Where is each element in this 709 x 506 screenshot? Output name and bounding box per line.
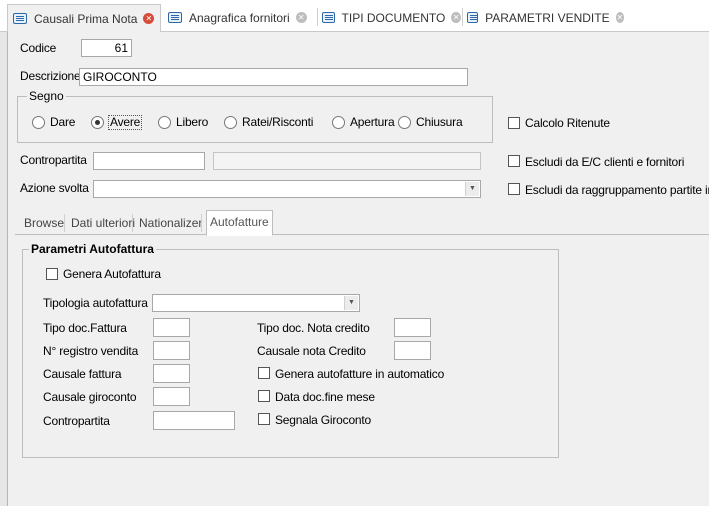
radio-libero[interactable]	[158, 116, 171, 129]
radio-apertura[interactable]	[332, 116, 345, 129]
subtab-divider	[132, 214, 133, 232]
registro-vendita-field[interactable]	[153, 341, 190, 360]
data-fine-mese-label: Data doc.fine mese	[275, 390, 375, 404]
codice-label: Codice	[20, 41, 57, 55]
radio-label: Ratei/Risconti	[242, 115, 314, 129]
form-icon	[467, 12, 479, 23]
radio-label: Apertura	[350, 115, 395, 129]
segnala-giroconto-label: Segnala Giroconto	[275, 413, 371, 427]
escludi-raggruppamento-checkbox[interactable]	[508, 183, 520, 195]
tab-anagrafica-fornitori[interactable]: Anagrafica fornitori ✕	[163, 4, 315, 31]
autofattura-contropartita-field[interactable]	[153, 411, 235, 430]
contropartita-description-field	[213, 152, 481, 170]
registro-vendita-label: N° registro vendita	[43, 344, 139, 358]
data-fine-mese-checkbox[interactable]	[258, 390, 270, 402]
tipo-doc-fattura-field[interactable]	[153, 318, 190, 337]
parametri-autofattura-title: Parametri Autofattura	[29, 242, 156, 256]
genera-auto-label: Genera autofatture in automatico	[275, 367, 445, 381]
autofattura-contropartita-label: Contropartita	[43, 414, 110, 428]
descrizione-label: Descrizione	[20, 69, 81, 83]
radio-label: Avere	[108, 115, 143, 130]
genera-auto-checkbox[interactable]	[258, 367, 270, 379]
escludi-ec-checkbox[interactable]	[508, 155, 520, 167]
segno-title: Segno	[27, 89, 66, 103]
contropartita-label: Contropartita	[20, 153, 87, 167]
tab-label: Anagrafica fornitori	[189, 10, 290, 25]
close-icon[interactable]: ✕	[295, 12, 307, 23]
escludi-raggruppamento-label: Escludi da raggruppamento partite in E/	[525, 183, 709, 197]
radio-chiusura[interactable]	[398, 116, 411, 129]
chevron-down-icon[interactable]: ▼	[465, 182, 479, 196]
subtab-divider	[64, 214, 65, 232]
radio-dare[interactable]	[32, 116, 45, 129]
chevron-down-icon[interactable]: ▼	[344, 296, 358, 310]
azione-svolta-label: Azione svolta	[20, 181, 89, 195]
tab-parametri-vendite[interactable]: PARAMETRI VENDITE ✕	[462, 4, 624, 31]
tab-autofatture[interactable]: Autofatture	[206, 210, 273, 236]
genera-autofattura-label: Genera Autofattura	[63, 267, 161, 281]
tipologia-autofattura-label: Tipologia autofattura	[43, 296, 148, 310]
causale-fattura-label: Causale fattura	[43, 367, 122, 381]
causale-giroconto-label: Causale giroconto	[43, 390, 137, 404]
causale-fattura-field[interactable]	[153, 364, 190, 383]
tab-label: Causali Prima Nota	[34, 11, 138, 26]
tab-dati-ulteriori[interactable]: Dati ulteriori	[71, 212, 135, 234]
radio-ratei-risconti[interactable]	[224, 116, 237, 129]
form-icon	[168, 12, 182, 23]
contropartita-code-field[interactable]	[93, 152, 205, 170]
causale-nota-label: Causale nota Credito	[257, 344, 366, 358]
close-icon[interactable]: ✕	[451, 12, 461, 23]
close-icon[interactable]: ✕	[615, 12, 624, 23]
tipo-doc-nota-field[interactable]	[394, 318, 431, 337]
subtab-divider	[201, 214, 202, 232]
descrizione-field[interactable]: GIROCONTO	[79, 68, 468, 86]
escludi-ec-label: Escludi da E/C clienti e fornitori	[525, 155, 685, 169]
tipo-doc-nota-label: Tipo doc. Nota credito	[257, 321, 370, 335]
tab-nationalizer[interactable]: Nationalizer	[139, 212, 202, 234]
radio-label: Chiusura	[416, 115, 463, 129]
calcolo-ritenute-label: Calcolo Ritenute	[525, 116, 610, 130]
radio-label: Libero	[176, 115, 209, 129]
calcolo-ritenute-checkbox[interactable]	[508, 117, 520, 129]
close-icon[interactable]: ✕	[143, 13, 155, 24]
azione-svolta-select[interactable]: ▼	[93, 180, 481, 198]
tab-browse[interactable]: Browse	[24, 212, 64, 234]
document-tab-strip: Causali Prima Nota ✕ Anagrafica fornitor…	[0, 0, 709, 32]
causale-nota-field[interactable]	[394, 341, 431, 360]
form-icon	[322, 12, 335, 23]
segnala-giroconto-checkbox[interactable]	[258, 413, 270, 425]
radio-label: Dare	[50, 115, 76, 129]
tipo-doc-fattura-label: Tipo doc.Fattura	[43, 321, 127, 335]
subtab-baseline	[15, 234, 709, 235]
codice-field[interactable]: 61	[81, 39, 132, 57]
left-gutter	[0, 32, 7, 506]
tab-tipi-documento[interactable]: TIPI DOCUMENTO ✕	[317, 4, 461, 31]
causale-giroconto-field[interactable]	[153, 387, 190, 406]
tab-causali-prima-nota[interactable]: Causali Prima Nota ✕	[7, 4, 161, 32]
genera-autofattura-checkbox[interactable]	[46, 268, 58, 280]
form-icon	[13, 13, 27, 24]
tipologia-autofattura-select[interactable]: ▼	[152, 294, 360, 312]
tab-label: TIPI DOCUMENTO	[341, 10, 446, 25]
tab-label: PARAMETRI VENDITE	[485, 10, 610, 25]
radio-avere[interactable]	[91, 116, 104, 129]
